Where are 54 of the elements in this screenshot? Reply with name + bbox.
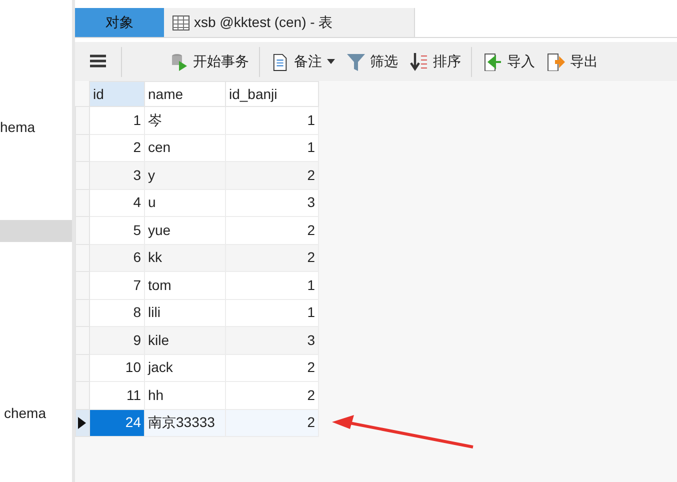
table-cell[interactable]: tom: [144, 272, 226, 299]
table-cell[interactable]: 岑: [144, 106, 226, 134]
sidebar-item[interactable]: hema: [0, 116, 72, 138]
table-cell[interactable]: 2: [226, 162, 318, 189]
table-cell[interactable]: 1: [90, 106, 144, 134]
table-cell[interactable]: 5: [90, 216, 144, 244]
toolbar-button[interactable]: 导出: [541, 46, 604, 76]
table-cell[interactable]: 3: [226, 326, 318, 354]
database-play-icon: [170, 52, 188, 70]
toolbar-button[interactable]: 开始事务: [164, 46, 260, 76]
table-cell[interactable]: 南京33333: [144, 409, 226, 436]
toolbar-button[interactable]: 排序: [404, 46, 472, 76]
table-row[interactable]: 11 hh 2: [76, 382, 318, 409]
table-cell[interactable]: y: [144, 162, 226, 189]
table-cell[interactable]: 1: [226, 272, 318, 299]
table-row[interactable]: 3 y 2: [76, 162, 318, 189]
menu-icon: [89, 52, 107, 70]
column-header[interactable]: name: [144, 82, 226, 106]
table-row[interactable]: 4 u 3: [76, 189, 318, 216]
tab[interactable]: 对象: [75, 8, 164, 37]
table-row[interactable]: 24 南京33333 2: [76, 409, 318, 436]
export-icon: [547, 52, 565, 70]
table-row[interactable]: 7 tom 1: [76, 272, 318, 299]
table-row[interactable]: 1 岑 1: [76, 106, 318, 134]
table-row[interactable]: 6 kk 2: [76, 244, 318, 272]
table-icon: [172, 14, 190, 30]
table-cell[interactable]: 1: [226, 106, 318, 134]
table-row[interactable]: 10 jack 2: [76, 354, 318, 382]
table-cell[interactable]: kile: [144, 326, 226, 354]
toolbar-button[interactable]: 备注: [266, 46, 341, 76]
table-cell[interactable]: yue: [144, 216, 226, 244]
column-header[interactable]: id_banji: [226, 82, 318, 106]
tab[interactable]: xsb @kktest (cen) - 表: [164, 8, 415, 37]
document-icon: [272, 52, 289, 70]
table-cell[interactable]: 2: [226, 216, 318, 244]
table-cell[interactable]: 2: [226, 382, 318, 409]
table-cell[interactable]: 11: [90, 382, 144, 409]
table-row[interactable]: 9 kile 3: [76, 326, 318, 354]
table-cell[interactable]: 2: [226, 409, 318, 436]
filter-icon: [347, 52, 365, 70]
toolbar-button[interactable]: 筛选: [341, 46, 404, 76]
table-row[interactable]: 2 cen 1: [76, 134, 318, 162]
sort-icon: [410, 52, 428, 70]
table-cell[interactable]: 3: [90, 162, 144, 189]
column-header[interactable]: id: [90, 82, 144, 106]
sidebar-item[interactable]: chema: [0, 402, 72, 424]
table-cell[interactable]: 9: [90, 326, 144, 354]
import-icon: [484, 52, 502, 70]
table-cell[interactable]: 24: [90, 409, 144, 436]
table-cell[interactable]: hh: [144, 382, 226, 409]
table-cell[interactable]: 7: [90, 272, 144, 299]
table-row[interactable]: 8 lili 1: [76, 299, 318, 326]
toolbar-button[interactable]: 导入: [478, 46, 541, 76]
table-row[interactable]: 5 yue 2: [76, 216, 318, 244]
